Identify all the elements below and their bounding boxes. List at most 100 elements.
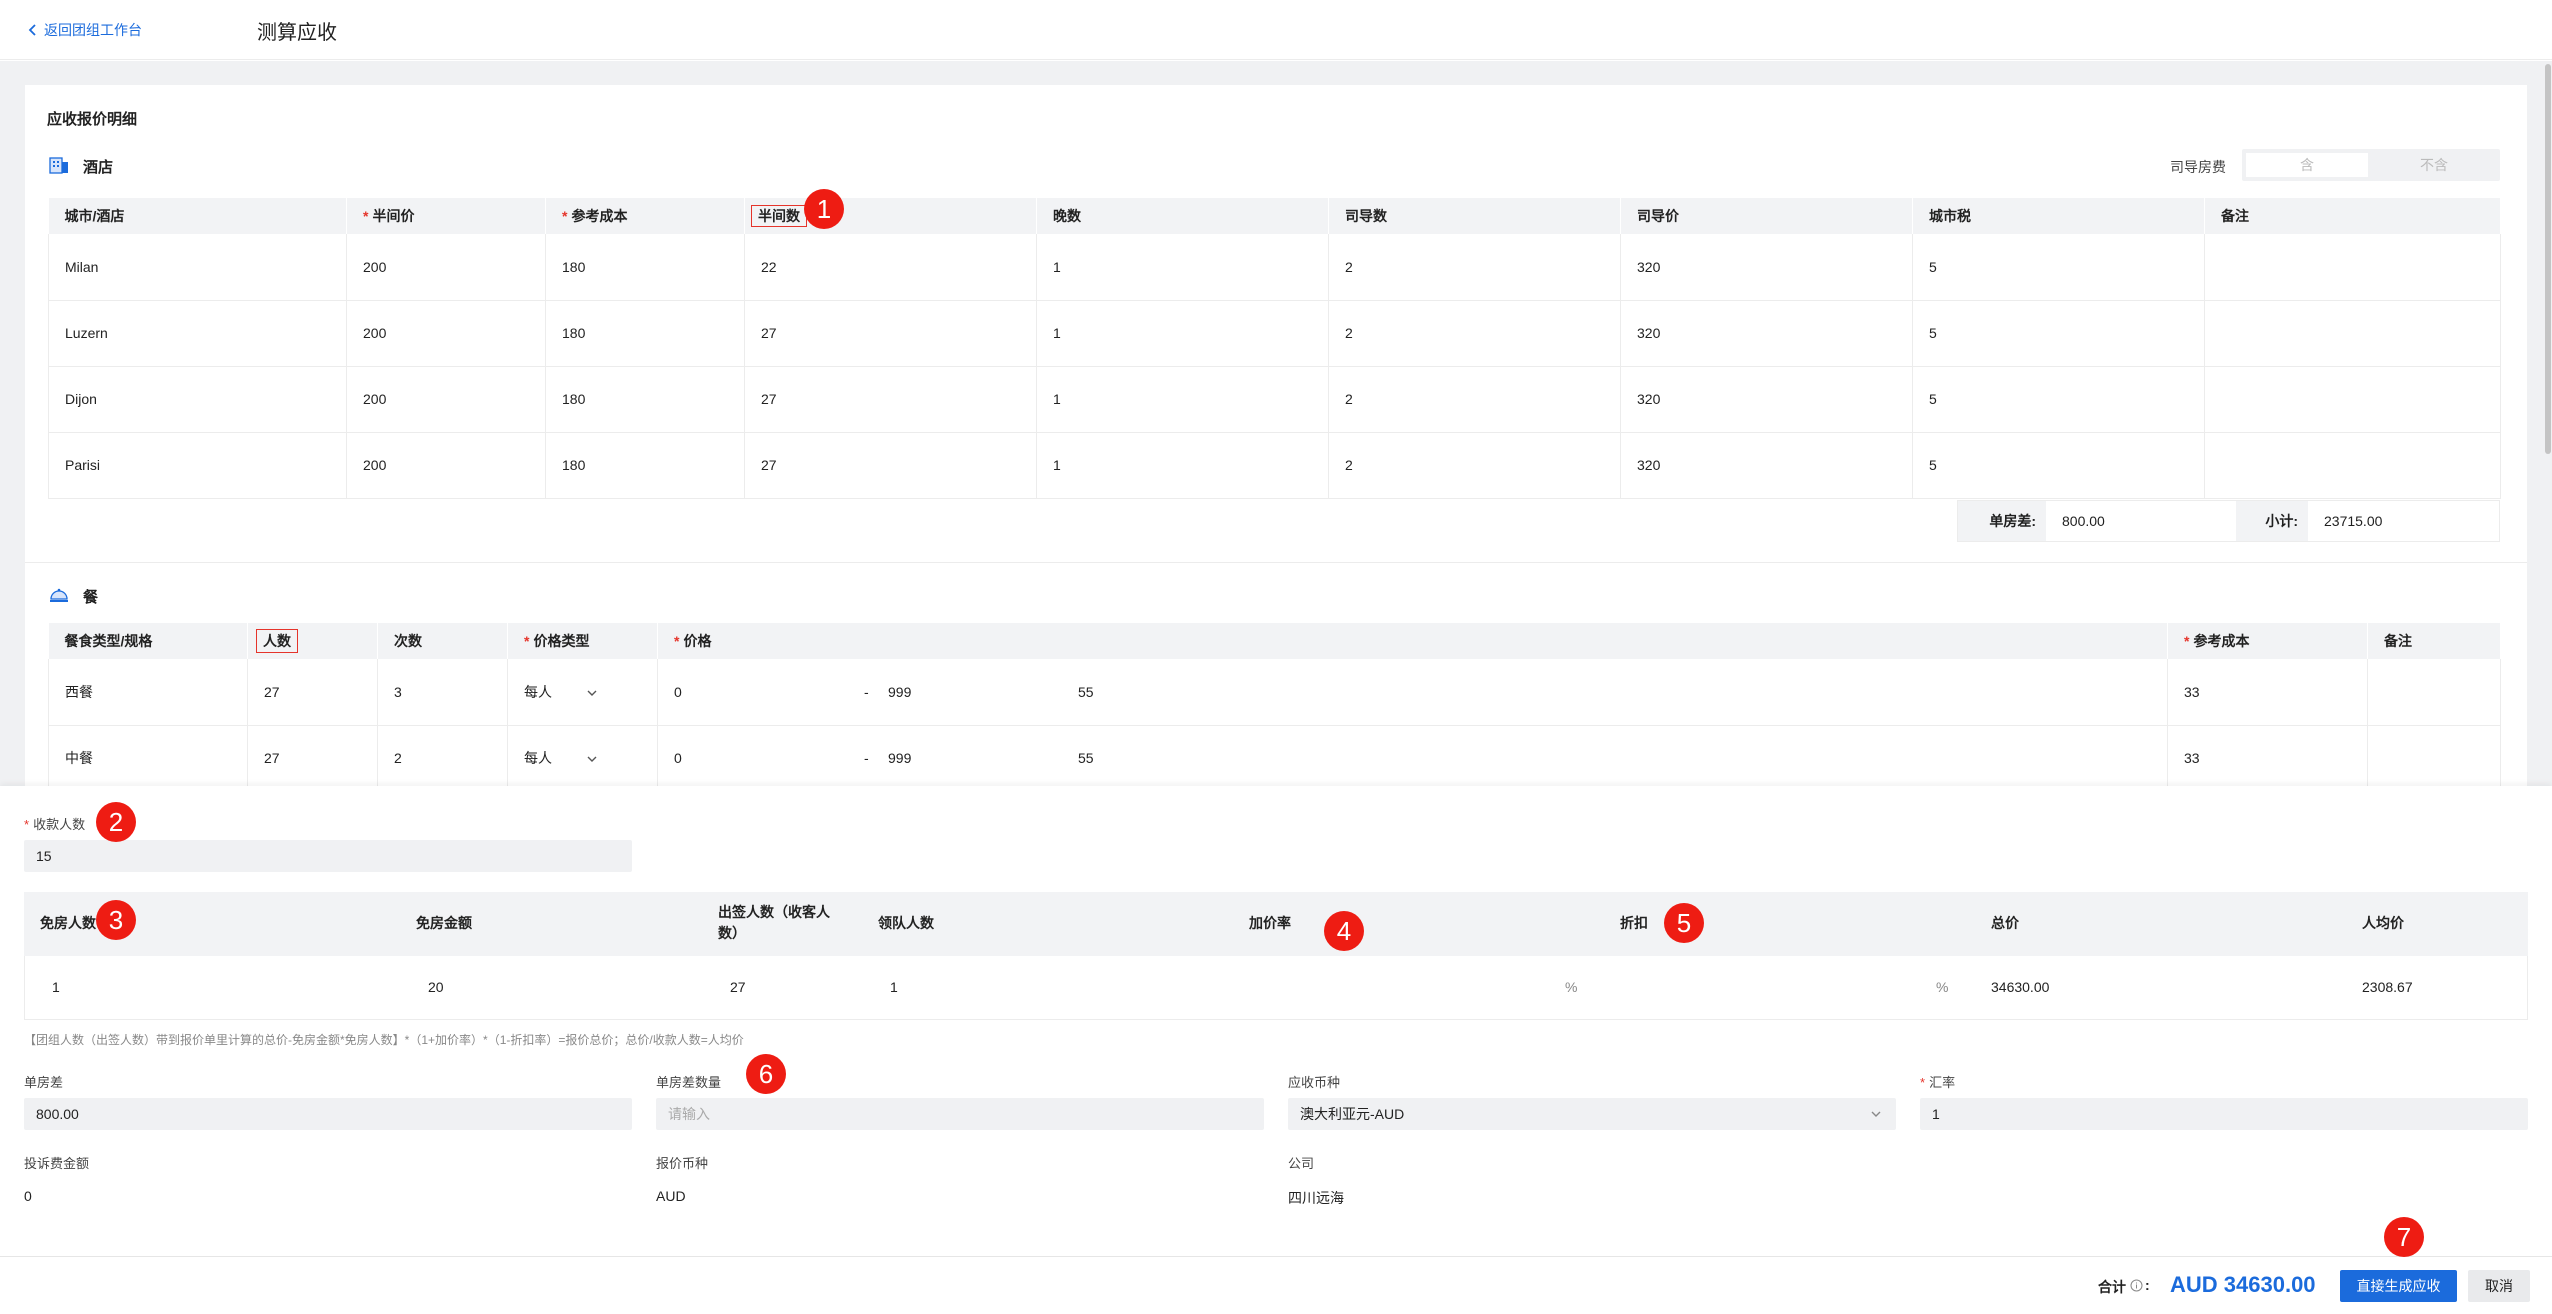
cell-meal-cost[interactable]: 33 — [2167, 659, 2368, 726]
toggle-include[interactable]: 含 — [2246, 153, 2368, 177]
col-note: 备注 — [2204, 198, 2501, 234]
chevron-down-icon[interactable] — [586, 755, 598, 763]
discount-input[interactable] — [1611, 968, 1956, 1004]
info-icon[interactable] — [2130, 1279, 2143, 1292]
cell-nights[interactable]: 1 — [1036, 234, 1329, 301]
required-mark: * — [24, 817, 30, 832]
top-bar: 返回团组工作台 测算应收 — [0, 0, 2552, 60]
price-type-value[interactable]: 每人 — [524, 684, 552, 700]
cell-guide-count[interactable]: 2 — [1328, 234, 1621, 301]
col-discount: 折扣 — [1620, 915, 1648, 931]
col-guide-price: 司导价 — [1620, 198, 1913, 234]
col-avg: 人均价 — [2362, 915, 2404, 931]
cell-times[interactable]: 2 — [377, 725, 508, 792]
price-max[interactable]: 999 — [888, 684, 1078, 700]
cell-city-tax[interactable]: 5 — [1912, 300, 2205, 367]
cell-nights[interactable]: 1 — [1036, 300, 1329, 367]
cell-meal-type: 西餐 — [48, 659, 248, 726]
cell-note[interactable] — [2204, 300, 2501, 367]
cell-meal-note[interactable] — [2367, 659, 2501, 726]
cell-guide-price[interactable]: 320 — [1620, 366, 1913, 433]
footer-total-label: 合计 — [2098, 1279, 2126, 1295]
cell-guide-count[interactable]: 2 — [1328, 300, 1621, 367]
cell-half-price[interactable]: 200 — [346, 366, 546, 433]
cancel-button[interactable]: 取消 — [2468, 1270, 2530, 1302]
rate-input[interactable]: 1 — [1920, 1098, 2528, 1130]
price-min[interactable]: 0 — [674, 684, 864, 700]
cell-guide-price[interactable]: 320 — [1620, 300, 1913, 367]
single-diff-input[interactable]: 800.00 — [24, 1098, 632, 1130]
cell-guide-count[interactable]: 2 — [1328, 366, 1621, 433]
markup-input[interactable] — [1240, 968, 1585, 1004]
cell-half-price[interactable]: 200 — [346, 234, 546, 301]
company-label: 公司 — [1288, 1156, 1315, 1171]
collect-count-input[interactable]: 15 — [24, 840, 632, 872]
price-max[interactable]: 999 — [888, 750, 1078, 766]
chevron-down-icon[interactable] — [1870, 1110, 1882, 1118]
hotel-header-row: 城市/酒店 * 半间价 * 参考成本 半间数 晚数 司导数 司导价 城市税 备注 — [48, 198, 2501, 234]
cell-price-type[interactable]: 每人 — [507, 659, 658, 726]
col-meal-type: 餐食类型/规格 — [48, 623, 248, 659]
price-value[interactable]: 55 — [1078, 750, 1094, 766]
col-meal-note: 备注 — [2367, 623, 2501, 659]
back-link-label[interactable]: 返回团组工作台 — [44, 20, 142, 40]
col-city-hotel: 城市/酒店 — [48, 198, 347, 234]
leaders-value[interactable]: 1 — [890, 979, 898, 995]
cell-times[interactable]: 3 — [377, 659, 508, 726]
guide-fee-toggle[interactable]: 含 不含 — [2242, 149, 2500, 181]
cell-half-count[interactable]: 22 — [744, 234, 1037, 301]
cell-people[interactable]: 27 — [247, 659, 378, 726]
cell-ref-cost[interactable]: 180 — [545, 300, 745, 367]
single-diff-qty-input[interactable]: 请输入 — [656, 1098, 1264, 1130]
cell-half-count[interactable]: 27 — [744, 432, 1037, 499]
cell-note[interactable] — [2204, 432, 2501, 499]
cell-city-tax[interactable]: 5 — [1912, 234, 2205, 301]
free-amount-value[interactable]: 20 — [428, 979, 444, 995]
scrollbar[interactable] — [2545, 64, 2551, 454]
cell-ref-cost[interactable]: 180 — [545, 366, 745, 433]
cell-note[interactable] — [2204, 366, 2501, 433]
currency-select[interactable]: 澳大利亚元-AUD — [1288, 1098, 1896, 1130]
cell-guide-count[interactable]: 2 — [1328, 432, 1621, 499]
price-min[interactable]: 0 — [674, 750, 864, 766]
generate-receivable-button[interactable]: 直接生成应收 — [2340, 1270, 2457, 1302]
cell-people[interactable]: 27 — [247, 725, 378, 792]
cell-half-count[interactable]: 27 — [744, 366, 1037, 433]
cell-half-price[interactable]: 200 — [346, 432, 546, 499]
back-link[interactable]: 返回团组工作台 — [28, 20, 142, 40]
cell-guide-price[interactable]: 320 — [1620, 432, 1913, 499]
hotel-table: 城市/酒店 * 半间价 * 参考成本 半间数 晚数 司导数 司导价 城市税 备注 M… — [48, 198, 2501, 499]
cell-price[interactable]: 0- 999 55 — [657, 725, 2168, 792]
section-divider — [25, 562, 2527, 563]
chevron-down-icon[interactable] — [586, 689, 598, 697]
footer-colon: : — [2145, 1277, 2150, 1293]
cell-nights[interactable]: 1 — [1036, 366, 1329, 433]
meal-section-title: 餐 — [83, 589, 99, 606]
cell-meal-cost[interactable]: 33 — [2167, 725, 2368, 792]
cell-ref-cost[interactable]: 180 — [545, 432, 745, 499]
col-ref-cost-label: 参考成本 — [571, 208, 628, 224]
cell-price-type[interactable]: 每人 — [507, 725, 658, 792]
toggle-exclude[interactable]: 不含 — [2372, 153, 2496, 177]
cell-nights[interactable]: 1 — [1036, 432, 1329, 499]
cell-ref-cost[interactable]: 180 — [545, 234, 745, 301]
cell-price[interactable]: 0- 999 55 — [657, 659, 2168, 726]
annotation-badge-4: 4 — [1324, 911, 1364, 951]
collect-count-label-text: 收款人数 — [33, 817, 86, 832]
cell-city-tax[interactable]: 5 — [1912, 432, 2205, 499]
price-value[interactable]: 55 — [1078, 684, 1094, 700]
cell-note[interactable] — [2204, 234, 2501, 301]
collect-count-label: * 收款人数 — [24, 814, 85, 833]
cell-half-price[interactable]: 200 — [346, 300, 546, 367]
free-rooms-value[interactable]: 1 — [52, 979, 60, 995]
cell-guide-price[interactable]: 320 — [1620, 234, 1913, 301]
cell-meal-note[interactable] — [2367, 725, 2501, 792]
price-type-value[interactable]: 每人 — [524, 750, 552, 766]
cell-city-tax[interactable]: 5 — [1912, 366, 2205, 433]
visa-count-value[interactable]: 27 — [730, 979, 746, 995]
cell-half-count[interactable]: 27 — [744, 300, 1037, 367]
footer-total-value: AUD 34630.00 — [2170, 1272, 2316, 1297]
currency-label: 应收币种 — [1288, 1075, 1341, 1090]
currency-value[interactable]: 澳大利亚元-AUD — [1300, 1106, 1404, 1122]
cell-city: Dijon — [48, 366, 347, 433]
